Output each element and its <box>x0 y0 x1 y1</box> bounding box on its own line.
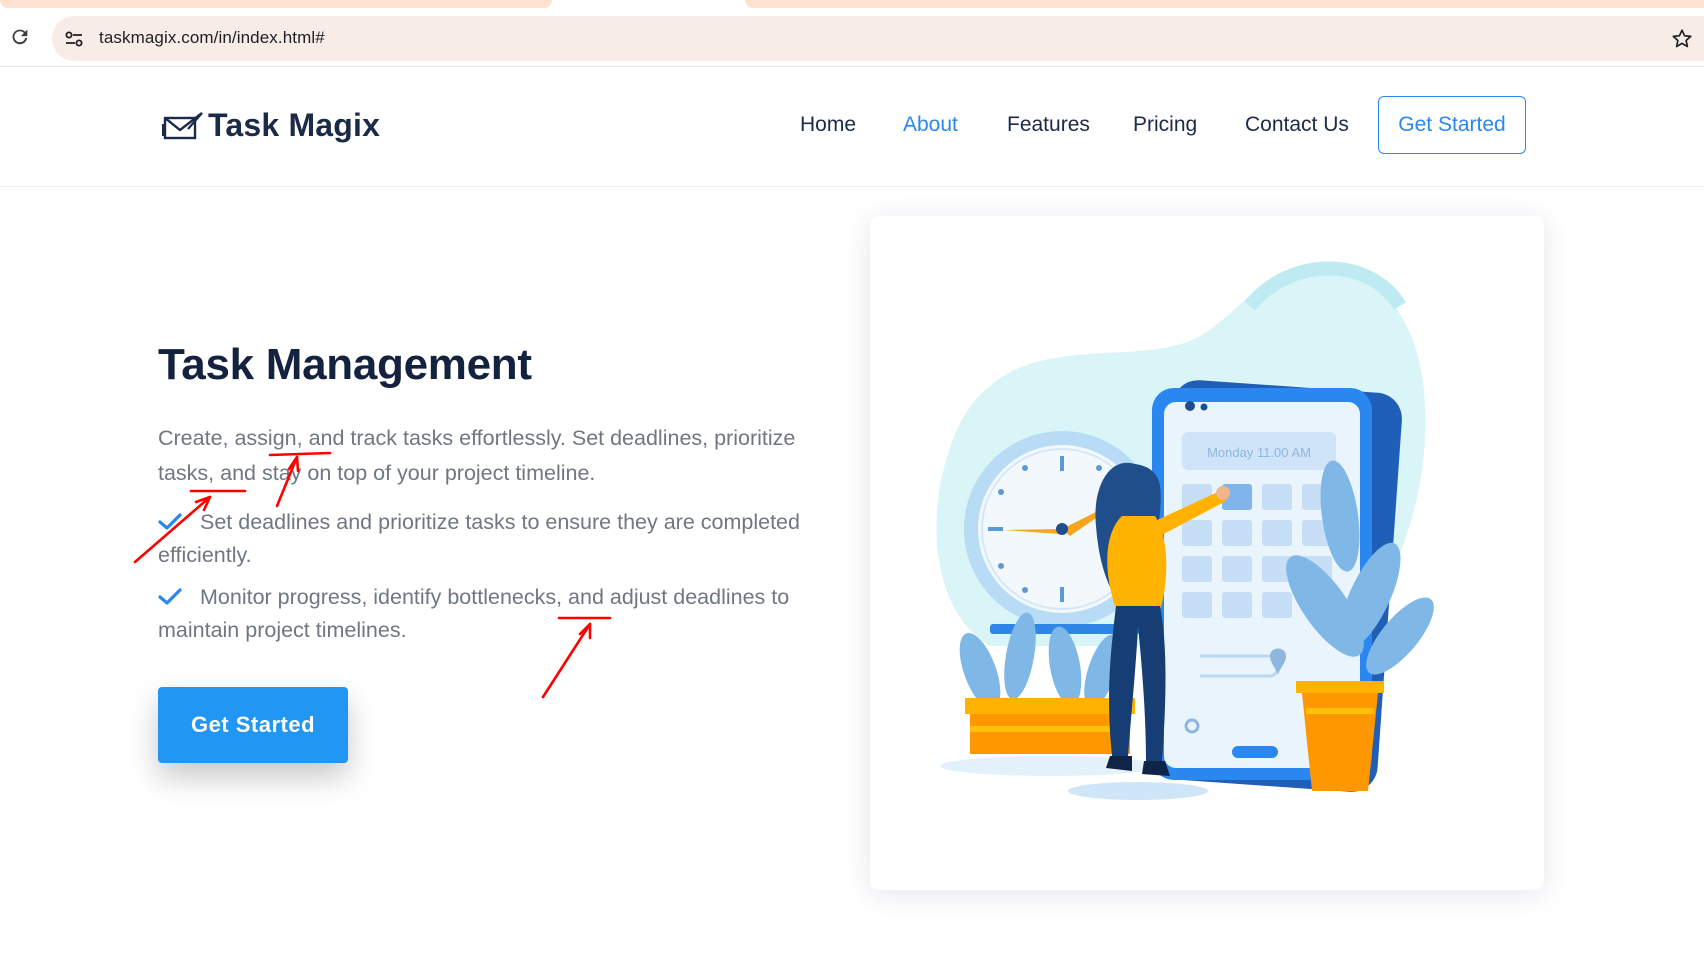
nav-pricing[interactable]: Pricing <box>1133 113 1197 137</box>
browser-toolbar: taskmagix.com/in/index.html# <box>0 12 1704 66</box>
tune-icon[interactable] <box>62 27 86 51</box>
paper-plane-envelope-icon <box>162 111 203 139</box>
browser-tab-strip <box>0 0 1704 12</box>
url-text[interactable]: taskmagix.com/in/index.html# <box>99 28 325 48</box>
logo[interactable]: Task Magix <box>162 107 380 144</box>
list-item-text: Monitor progress, identify bottlenecks, … <box>158 585 790 642</box>
illustration-card: Monday 11.00 AM <box>870 216 1544 890</box>
hero-description: Create, assign, and track tasks effortle… <box>158 426 796 485</box>
calendar-label: Monday 11.00 AM <box>1207 445 1311 460</box>
star-icon[interactable] <box>1670 27 1694 51</box>
list-item: Set deadlines and prioritize tasks to en… <box>158 506 838 571</box>
nav-home[interactable]: Home <box>800 113 856 137</box>
browser-tab[interactable] <box>0 0 552 8</box>
nav-features[interactable]: Features <box>1007 113 1090 137</box>
nav-about[interactable]: About <box>903 113 958 137</box>
browser-tab[interactable] <box>745 0 1704 8</box>
site-header: Task Magix Home About Features Pricing C… <box>0 67 1704 187</box>
check-icon <box>158 513 182 530</box>
reload-icon[interactable] <box>9 26 31 48</box>
nav-contact-us[interactable]: Contact Us <box>1245 113 1349 137</box>
check-icon <box>158 588 182 605</box>
hero-title: Task Management <box>158 340 532 389</box>
address-bar[interactable]: taskmagix.com/in/index.html# <box>52 16 1704 61</box>
task-illustration: Monday 11.00 AM <box>936 261 1434 800</box>
feature-list: Set deadlines and prioritize tasks to en… <box>158 506 838 656</box>
header-get-started-button[interactable]: Get Started <box>1378 96 1526 154</box>
list-item-text: Set deadlines and prioritize tasks to en… <box>158 510 800 567</box>
hero-get-started-button[interactable]: Get Started <box>158 687 348 763</box>
brand-name: Task Magix <box>208 107 381 143</box>
list-item: Monitor progress, identify bottlenecks, … <box>158 581 838 646</box>
